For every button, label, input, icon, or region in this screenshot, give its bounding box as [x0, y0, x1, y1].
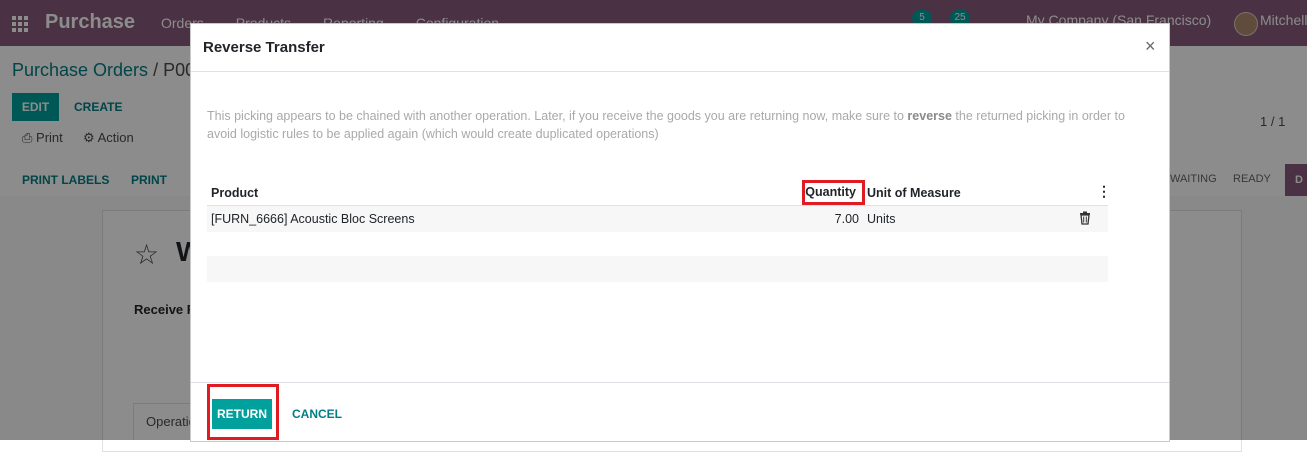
vertical-dots-icon[interactable]: ⋮ [1097, 183, 1111, 200]
cell-quantity[interactable]: 7.00 [802, 212, 859, 226]
cell-unit-of-measure[interactable]: Units [867, 212, 895, 226]
cell-product[interactable]: [FURN_6666] Acoustic Bloc Screens [211, 212, 415, 226]
reverse-transfer-dialog: Reverse Transfer × This picking appears … [190, 23, 1170, 442]
chained-operation-warning: This picking appears to be chained with … [207, 107, 1127, 143]
modal-footer: RETURN CANCEL [191, 382, 1169, 442]
modal-header: Reverse Transfer × [191, 24, 1169, 72]
cancel-button[interactable]: CANCEL [292, 407, 342, 421]
warning-text-start: This picking appears to be chained with … [207, 109, 908, 123]
column-header-quantity[interactable]: Quantity [802, 180, 865, 205]
table-row[interactable]: [FURN_6666] Acoustic Bloc Screens 7.00 U… [207, 206, 1108, 232]
column-header-unit-of-measure[interactable]: Unit of Measure [867, 186, 961, 200]
return-button[interactable]: RETURN [212, 399, 272, 429]
column-header-product[interactable]: Product [211, 186, 258, 200]
modal-title: Reverse Transfer [203, 39, 325, 56]
trash-icon[interactable] [1078, 211, 1092, 225]
warning-text-bold: reverse [907, 109, 952, 123]
empty-table-row [207, 256, 1108, 282]
close-icon[interactable]: × [1145, 36, 1156, 57]
